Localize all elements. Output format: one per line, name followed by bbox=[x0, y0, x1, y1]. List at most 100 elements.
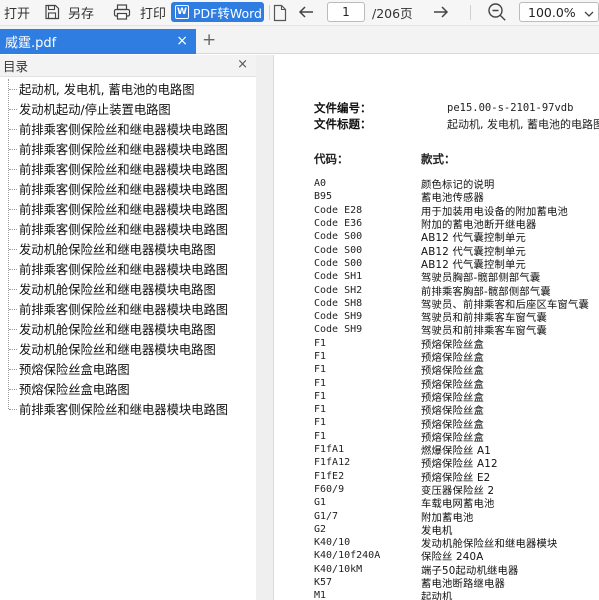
outline-item[interactable]: 发动机舱保险丝和继电器模块电路图 bbox=[0, 319, 256, 339]
file-number-row: 文件编号： pe15.00-s-2101-97vdb bbox=[314, 100, 599, 116]
code-row: F1 预熔保险丝盒 bbox=[314, 403, 599, 417]
outline-header: 目录 × bbox=[0, 55, 256, 77]
tab-title: 威霆.pdf bbox=[5, 36, 57, 51]
outline-title: 目录 bbox=[3, 59, 29, 74]
tab-bar: 威霆.pdf × + bbox=[0, 26, 599, 54]
code-key: K40/10 bbox=[314, 537, 351, 549]
save-icon bbox=[44, 4, 60, 20]
code-row: F60/9 变压器保险丝 2 bbox=[314, 483, 599, 497]
code-row: A0 颜色标记的说明 bbox=[314, 177, 599, 191]
code-row: G1 车载电网蓄电池 bbox=[314, 496, 599, 510]
code-row: F1 预熔保险丝盒 bbox=[314, 376, 599, 391]
outline-item[interactable]: 前排乘客侧保险丝和继电器模块电路图 bbox=[0, 139, 256, 159]
pdf-to-word-label: PDF转Word bbox=[193, 5, 262, 21]
outline-item[interactable]: 前排乘客侧保险丝和继电器模块电路图 bbox=[0, 159, 256, 179]
file-title-value: 起动机, 发电机, 蓄电池的电路图 bbox=[447, 118, 599, 131]
code-key: F60/9 bbox=[314, 483, 345, 495]
outline-item[interactable]: 前排乘客侧保险丝和继电器模块电路图 bbox=[0, 299, 256, 319]
code-key: G1/7 bbox=[314, 510, 339, 522]
code-row: K40/10 发动机舱保险丝和继电器模块 bbox=[314, 536, 599, 550]
code-row: F1 预熔保险丝盒 bbox=[314, 350, 599, 364]
outline-item[interactable]: 发动机舱保险丝和继电器模块电路图 bbox=[0, 339, 256, 359]
code-key: F1 bbox=[314, 337, 327, 349]
code-row: F1 预熔保险丝盒 bbox=[314, 416, 599, 430]
document-tab[interactable]: 威霆.pdf × bbox=[0, 29, 196, 54]
previous-page-button[interactable] bbox=[297, 0, 315, 24]
outline-item[interactable]: 前排乘客侧保险丝和继电器模块电路图 bbox=[0, 259, 256, 279]
code-key: F1 bbox=[314, 417, 327, 429]
outline-item[interactable]: 预熔保险丝盒电路图 bbox=[0, 379, 256, 399]
code-row: F1 预熔保险丝盒 bbox=[314, 363, 599, 377]
code-key: Code E36 bbox=[314, 218, 363, 230]
outline-item[interactable]: 预熔保险丝盒电路图 bbox=[0, 359, 256, 379]
code-row: Code S00 AB12 代气囊控制单元 bbox=[314, 230, 599, 244]
toolbar: 打开 另存 打印 W PDF转Word /206页 100.0 bbox=[0, 0, 599, 26]
outline-item[interactable]: 发动机舱保险丝和继电器模块电路图 bbox=[0, 279, 256, 299]
code-key: F1 bbox=[314, 390, 327, 402]
file-page-icon[interactable] bbox=[273, 1, 287, 25]
toolbar-divider bbox=[269, 5, 270, 20]
total-pages: /206页 bbox=[372, 5, 413, 21]
code-key: Code S00 bbox=[314, 244, 363, 256]
open-button[interactable]: 打开 bbox=[4, 0, 30, 24]
arrow-left-icon bbox=[297, 5, 315, 19]
code-row: F1fE2 预熔保险丝 E2 bbox=[314, 470, 599, 484]
outline-item[interactable]: 前排乘客侧保险丝和继电器模块电路图 bbox=[0, 179, 256, 199]
code-key: A0 bbox=[314, 178, 327, 190]
outline-item[interactable]: 前排乘客侧保险丝和继电器模块电路图 bbox=[0, 219, 256, 239]
new-tab-button[interactable]: + bbox=[202, 30, 216, 50]
codes-list: A0 颜色标记的说明 B95 蓄电池传感器 Code E28 用于加装用电设备的附加蓄电池… bbox=[314, 177, 599, 600]
page-number-input[interactable] bbox=[327, 2, 365, 22]
code-key: Code SH2 bbox=[314, 284, 363, 296]
save-as-button[interactable]: 另存 bbox=[44, 0, 94, 24]
outline-item[interactable]: 发动机舱保险丝和继电器模块电路图 bbox=[0, 239, 256, 259]
printer-icon bbox=[113, 4, 131, 20]
code-row: G1/7 附加蓄电池 bbox=[314, 509, 599, 524]
code-key: K40/10f240A bbox=[314, 550, 381, 562]
code-key: F1 bbox=[314, 351, 327, 362]
close-icon[interactable]: × bbox=[237, 57, 248, 72]
code-key: Code E28 bbox=[314, 204, 363, 216]
code-key: F1 bbox=[314, 404, 327, 416]
code-key: K40/10kM bbox=[314, 563, 363, 575]
sidebar-splitter[interactable] bbox=[256, 55, 274, 600]
code-key: Code SH9 bbox=[314, 311, 363, 323]
file-title-row: 文件标题： 起动机, 发电机, 蓄电池的电路图 bbox=[314, 116, 599, 132]
code-key: F1fE2 bbox=[314, 470, 345, 482]
code-key: Code SH8 bbox=[314, 297, 363, 309]
code-row: K40/10f240A 保险丝 240A bbox=[314, 549, 599, 563]
pdf-to-word-button[interactable]: W PDF转Word bbox=[171, 2, 264, 22]
code-row: Code E36 附加的蓄电池断开继电器 bbox=[314, 217, 599, 231]
code-row: B95 蓄电池传感器 bbox=[314, 190, 599, 204]
zoom-out-button[interactable] bbox=[487, 0, 507, 24]
close-icon[interactable]: × bbox=[176, 33, 188, 49]
code-row: Code SH9 驾驶员和前排乘客车窗气囊 bbox=[314, 310, 599, 324]
outline-item[interactable]: 起动机, 发电机, 蓄电池的电路图 bbox=[0, 79, 256, 99]
code-key: M1 bbox=[314, 590, 327, 600]
code-row: F1 预熔保险丝盒 bbox=[314, 390, 599, 404]
chevron-down-icon bbox=[584, 5, 594, 20]
code-key: F1 bbox=[314, 364, 327, 376]
zoom-select[interactable]: 100.0% bbox=[519, 2, 599, 22]
code-row: K57 蓄电池断路继电器 bbox=[314, 576, 599, 590]
outline-item[interactable]: 前排乘客侧保险丝和继电器模块电路图 bbox=[0, 399, 256, 419]
file-title-label: 文件标题： bbox=[314, 117, 372, 131]
outline-item[interactable]: 发动机起动/停止装置电路图 bbox=[0, 99, 256, 119]
document-meta: 文件编号： pe15.00-s-2101-97vdb 文件标题： 起动机, 发电… bbox=[314, 100, 599, 132]
code-key: Code S00 bbox=[314, 257, 363, 269]
code-key: B95 bbox=[314, 191, 333, 203]
code-row: K40/10kM 端子50起动机继电器 bbox=[314, 563, 599, 577]
next-page-button[interactable] bbox=[432, 0, 450, 24]
toolbar-divider bbox=[470, 5, 471, 20]
outline-sidebar: 目录 × 起动机, 发电机, 蓄电池的电路图 发动机起动/停止装置电路图 前排乘… bbox=[0, 55, 257, 600]
code-key: F1 bbox=[314, 377, 327, 389]
outline-item[interactable]: 前排乘客侧保险丝和继电器模块电路图 bbox=[0, 119, 256, 139]
document-page: 文件编号： pe15.00-s-2101-97vdb 文件标题： 起动机, 发电… bbox=[275, 55, 599, 600]
code-row: F1fA12 预熔保险丝 A12 bbox=[314, 456, 599, 470]
outline-list: 起动机, 发电机, 蓄电池的电路图 发动机起动/停止装置电路图 前排乘客侧保险丝… bbox=[0, 79, 256, 419]
outline-item[interactable]: 前排乘客侧保险丝和继电器模块电路图 bbox=[0, 199, 256, 219]
print-button[interactable]: 打印 bbox=[113, 0, 166, 24]
arrow-right-icon bbox=[432, 5, 450, 19]
code-header: 代码： bbox=[314, 152, 349, 166]
code-row: G2 发电机 bbox=[314, 523, 599, 537]
